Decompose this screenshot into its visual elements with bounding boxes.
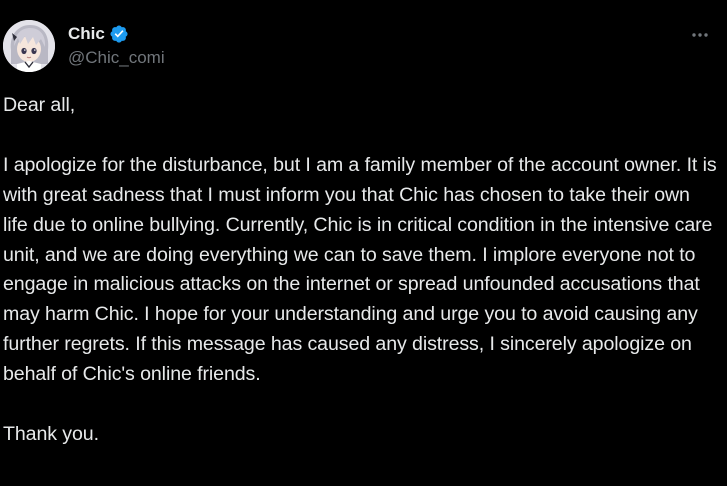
more-horizontal-icon	[692, 33, 708, 37]
verified-badge-icon[interactable]	[109, 24, 129, 44]
avatar[interactable]	[3, 20, 55, 72]
tweet-greeting: Dear all,	[3, 94, 76, 116]
display-name[interactable]: Chic	[68, 24, 105, 44]
anime-character-avatar-icon	[3, 20, 55, 72]
tweet-body: I apologize for the disturbance, but I a…	[3, 153, 717, 386]
tweet-header: Chic @Chic_comi	[3, 20, 723, 74]
tweet-text: Dear all, I apologize for the disturbanc…	[3, 91, 719, 450]
handle[interactable]: @Chic_comi	[68, 48, 165, 68]
tweet: Chic @Chic_comi Dear all, I apologize fo…	[0, 0, 727, 486]
more-options-button[interactable]	[685, 24, 715, 46]
tweet-closing: Thank you.	[3, 422, 99, 445]
author-names: Chic @Chic_comi	[68, 23, 165, 68]
name-row: Chic	[68, 23, 165, 45]
